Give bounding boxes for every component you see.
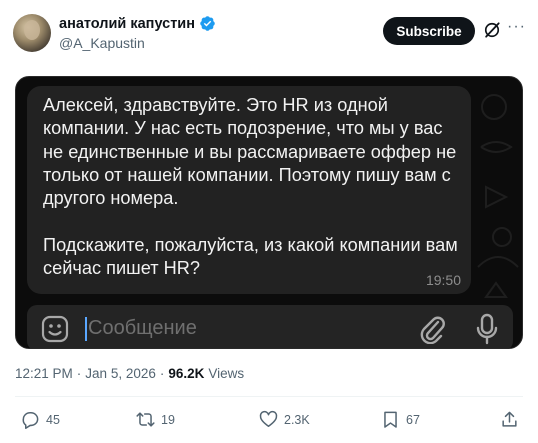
- reply-button[interactable]: 45: [21, 410, 60, 429]
- bookmark-icon: [384, 411, 397, 428]
- bookmark-count: 67: [406, 412, 420, 427]
- sticker-icon: [41, 315, 69, 343]
- reply-count: 45: [46, 412, 60, 427]
- text-caret: [85, 317, 87, 341]
- message-bubble: Алексей, здравствуйте. Это HR из одной к…: [27, 86, 471, 294]
- reply-icon: [22, 412, 39, 429]
- tweet-actions: 45 19 2.3K 67: [0, 410, 538, 432]
- tweet-media[interactable]: Алексей, здравствуйте. Это HR из одной к…: [15, 76, 523, 349]
- meta-separator: ·: [159, 366, 165, 381]
- views-count: 96.2K: [168, 366, 205, 381]
- like-count: 2.3K: [284, 412, 310, 427]
- bookmark-button[interactable]: 67: [381, 410, 420, 429]
- subscribe-button[interactable]: Subscribe: [383, 17, 475, 45]
- share-icon: [502, 411, 517, 427]
- like-button[interactable]: 2.3K: [259, 410, 310, 429]
- repost-icon: [136, 412, 155, 427]
- repost-button[interactable]: 19: [136, 410, 175, 429]
- tweet-meta: 12:21 PM · Jan 5, 2026 · 96.2K Views: [15, 366, 244, 381]
- message-input: [88, 311, 408, 345]
- message-time: 19:50: [425, 272, 461, 288]
- microphone-icon: [476, 313, 498, 345]
- tweet-header: анатолий капустин @A_Kapustin Subscribe …: [0, 0, 538, 62]
- repost-count: 19: [161, 412, 175, 427]
- author-display-name[interactable]: анатолий капустин: [59, 16, 195, 32]
- more-options-icon[interactable]: ···: [507, 19, 525, 38]
- tweet-time[interactable]: 12:21 PM: [15, 366, 73, 381]
- views-label: Views: [208, 366, 245, 381]
- avatar[interactable]: [13, 14, 51, 52]
- heart-icon: [259, 410, 278, 427]
- paperclip-icon: [420, 316, 445, 344]
- verified-badge-icon: [200, 16, 215, 31]
- message-text: Алексей, здравствуйте. Это HR из одной к…: [43, 95, 458, 279]
- grok-icon[interactable]: [482, 20, 502, 40]
- divider: [15, 396, 523, 397]
- meta-separator: ·: [76, 366, 82, 381]
- author-name-row[interactable]: анатолий капустин: [59, 15, 216, 32]
- message-compose-bar: [27, 305, 513, 348]
- share-button[interactable]: [500, 410, 519, 429]
- author-handle[interactable]: @A_Kapustin: [59, 35, 145, 51]
- tweet-date[interactable]: Jan 5, 2026: [85, 366, 156, 381]
